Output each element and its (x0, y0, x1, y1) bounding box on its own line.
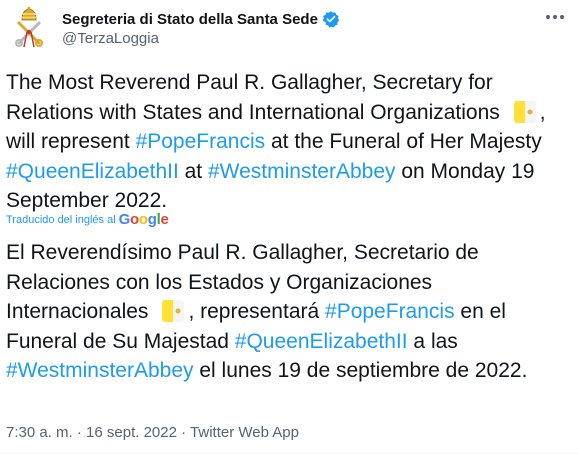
tweet-time[interactable]: 7:30 a. m. (6, 424, 73, 441)
author-name[interactable]: Segreteria di Stato della Santa Sede (62, 11, 318, 28)
more-dots-icon (546, 15, 564, 19)
translation-attribution[interactable]: Traducido del inglés al Google (6, 211, 169, 228)
google-logo: Google (118, 211, 169, 228)
vatican-flag-icon (513, 100, 536, 123)
verified-badge-icon (322, 10, 340, 28)
vatican-flag-icon (162, 300, 185, 322)
hashtag-link[interactable]: #WestminsterAbbey (208, 160, 396, 183)
tweet-text-translated: El Reverendísimo Paul R. Gallagher, Secr… (6, 241, 528, 382)
tweet-text-original: The Most Reverend Paul R. Gallagher, Sec… (6, 71, 546, 212)
hashtag-link[interactable]: #PopeFrancis (325, 300, 455, 323)
tweet-metadata: 7:30 a. m. · 16 sept. 2022 · Twitter Web… (6, 424, 299, 441)
translated-label: Traducido del inglés al (6, 213, 116, 226)
hashtag-link[interactable]: #QueenElizabethII (235, 330, 408, 353)
tweet-date[interactable]: 16 sept. 2022 (86, 424, 177, 441)
avatar[interactable] (6, 4, 52, 50)
hashtag-link[interactable]: #PopeFrancis (136, 130, 266, 153)
hashtag-link[interactable]: #WestminsterAbbey (6, 359, 194, 382)
more-options-button[interactable] (540, 6, 570, 28)
author-handle[interactable]: @TerzaLoggia (62, 30, 159, 47)
hashtag-link[interactable]: #QueenElizabethII (6, 160, 179, 183)
coat-of-arms-icon (15, 6, 43, 48)
author-row: Segreteria di Stato della Santa Sede (62, 10, 340, 28)
tweet-source: Twitter Web App (190, 424, 299, 441)
